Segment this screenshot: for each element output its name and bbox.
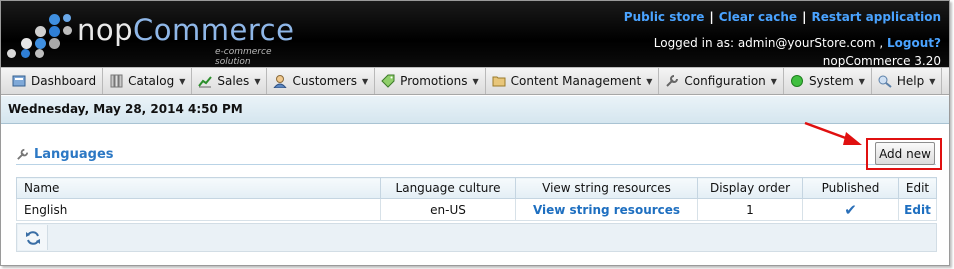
menu-dashboard[interactable]: Dashboard [6,68,104,94]
clear-cache-link[interactable]: Clear cache [719,10,797,24]
menu-sales[interactable]: Sales ▼ [192,68,268,94]
divider [16,164,936,165]
cell-display-order: 1 [697,198,803,221]
menu-system[interactable]: System ▼ [784,68,872,94]
view-string-resources-link[interactable]: View string resources [533,203,680,217]
chevron-down-icon: ▼ [646,76,653,86]
chevron-down-icon: ▼ [929,76,936,86]
cell-name: English [16,198,381,221]
menu-help[interactable]: Help ▼ [872,68,943,94]
logout-link[interactable]: Logout? [887,36,941,50]
cell-edit: Edit [898,198,937,221]
sales-icon [198,76,213,88]
grid-pager [16,223,937,252]
chevron-down-icon: ▼ [472,76,479,86]
column-header-edit[interactable]: Edit [898,177,937,199]
column-header-published[interactable]: Published [802,177,899,199]
customers-icon [273,75,288,88]
menu-label: Help [896,74,925,88]
logo-tagline: e-commerce solution [215,47,272,67]
help-icon [878,75,892,88]
wrench-icon [17,148,29,160]
menu-label: Sales [217,74,250,88]
date-bar: Wednesday, May 28, 2014 4:50 PM [1,96,949,124]
cell-view-string-resources: View string resources [515,198,698,221]
chevron-down-icon: ▼ [362,76,369,86]
menu-label: Catalog [128,74,175,88]
menu-label: Promotions [400,74,468,88]
logged-in-label: Logged in as: admin@yourStore.com , [653,36,884,50]
menu-label: System [808,74,854,88]
languages-table: Name Language culture View string resour… [16,177,937,221]
chevron-down-icon: ▼ [770,76,777,86]
column-header-view-string-resources[interactable]: View string resources [515,177,698,199]
dashboard-icon [12,75,26,87]
folder-icon [492,76,506,87]
column-header-display-order[interactable]: Display order [697,177,803,199]
column-header-name[interactable]: Name [16,177,381,199]
promotions-icon [381,74,395,88]
logo-dots-icon [7,14,72,58]
logged-in-info: Logged in as: admin@yourStore.com , Logo… [654,36,941,50]
restart-application-link[interactable]: Restart application [811,10,941,24]
page-title-text: Languages [34,147,114,162]
refresh-icon [25,230,40,245]
catalog-icon [110,74,123,88]
menu-label: Dashboard [31,74,97,88]
chevron-down-icon: ▼ [858,76,865,86]
separator: | [802,10,807,24]
menu-label: Customers [292,74,358,88]
version-label: nopCommerce 3.20 [822,54,941,68]
refresh-button[interactable] [18,225,48,250]
top-links: Public store | Clear cache | Restart applica… [624,10,941,24]
cell-published: ✔ [802,198,899,221]
menu-content-management[interactable]: Content Management ▼ [486,68,660,94]
chevron-down-icon: ▼ [179,76,186,86]
wrench-icon [666,75,679,87]
system-icon [790,75,803,87]
logo-wordmark: nopCommerce [77,13,295,47]
header: nopCommerce e-commerce solution Public s… [1,1,949,68]
menu-catalog[interactable]: Catalog ▼ [103,68,193,94]
separator: | [709,10,714,24]
table-header-row: Name Language culture View string resour… [16,177,937,199]
main-menu: Dashboard Catalog ▼ Sales ▼ Customers ▼ Pro… [1,67,949,95]
logo[interactable]: nopCommerce e-commerce solution [7,10,307,67]
chevron-down-icon: ▼ [254,76,261,86]
menu-promotions[interactable]: Promotions ▼ [375,68,486,94]
cell-language-culture: en-US [380,198,516,221]
column-header-language-culture[interactable]: Language culture [380,177,516,199]
checkmark-icon: ✔ [844,200,857,219]
menu-customers[interactable]: Customers ▼ [267,68,376,94]
menu-configuration[interactable]: Configuration ▼ [659,68,784,94]
admin-window: nopCommerce e-commerce solution Public s… [0,0,950,266]
add-new-button[interactable]: Add new [875,142,935,165]
table-row: English en-US View string resources 1 ✔ … [16,198,937,221]
page-title: Languages [16,147,114,162]
public-store-link[interactable]: Public store [624,10,705,24]
edit-link[interactable]: Edit [904,203,931,217]
menu-label: Content Management [510,74,642,88]
menu-label: Configuration [684,74,766,88]
